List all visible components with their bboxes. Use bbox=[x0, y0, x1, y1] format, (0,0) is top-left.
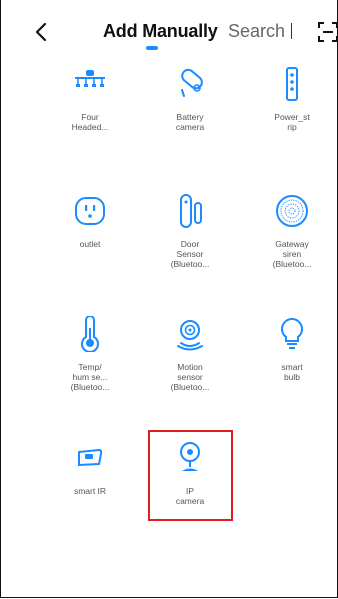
tab-add-manually[interactable]: Add Manually bbox=[103, 21, 218, 42]
device-smart-ir[interactable]: smart IR bbox=[35, 440, 145, 496]
tab-search[interactable]: Search bbox=[228, 21, 293, 42]
four-headed-light-icon bbox=[75, 70, 105, 87]
device-battery-camera[interactable]: Battery camera bbox=[135, 66, 245, 132]
device-smart-bulb[interactable]: smart bulb bbox=[237, 316, 338, 382]
device-motion-sensor[interactable]: Motion sensor (Bluetoo... bbox=[135, 316, 245, 392]
bulb-icon bbox=[281, 317, 303, 349]
device-label: Gateway siren (Bluetoo... bbox=[272, 239, 312, 269]
device-label: smart bulb bbox=[281, 362, 303, 382]
gateway-siren-icon bbox=[276, 195, 308, 227]
device-label: smart IR bbox=[73, 486, 107, 496]
door-sensor-icon bbox=[180, 194, 202, 228]
device-label: outlet bbox=[79, 239, 101, 249]
device-power-strip[interactable]: Power_st rip bbox=[237, 66, 338, 132]
scan-icon[interactable] bbox=[317, 21, 338, 43]
motion-sensor-icon bbox=[177, 320, 203, 351]
smart-ir-icon bbox=[78, 448, 103, 467]
device-gateway-siren[interactable]: Gateway siren (Bluetoo... bbox=[237, 193, 338, 269]
device-door-sensor[interactable]: Door Sensor (Bluetoo... bbox=[135, 193, 245, 269]
device-label: Power_st rip bbox=[274, 112, 310, 132]
tab-search-label: Search bbox=[228, 21, 286, 41]
header: Add Manually Search bbox=[0, 0, 338, 62]
device-label: Motion sensor (Bluetoo... bbox=[170, 362, 210, 392]
device-label: Temp/ hum se... (Bluetoo... bbox=[70, 362, 110, 392]
device-label: Door Sensor (Bluetoo... bbox=[170, 239, 210, 269]
device-label: Battery camera bbox=[175, 112, 205, 132]
thermometer-icon bbox=[81, 316, 99, 352]
device-temp-humidity[interactable]: Temp/ hum se... (Bluetoo... bbox=[35, 316, 145, 392]
tab-active-indicator bbox=[146, 46, 158, 50]
battery-camera-icon bbox=[181, 68, 203, 97]
device-label: Four Headed... bbox=[71, 112, 109, 132]
device-four-headed[interactable]: Four Headed... bbox=[35, 66, 145, 132]
outlet-icon bbox=[75, 197, 105, 225]
chevron-left-icon[interactable] bbox=[30, 20, 54, 44]
selection-highlight bbox=[148, 430, 233, 521]
tab-divider bbox=[291, 23, 293, 39]
power-strip-icon bbox=[286, 67, 298, 101]
device-outlet[interactable]: outlet bbox=[35, 193, 145, 249]
